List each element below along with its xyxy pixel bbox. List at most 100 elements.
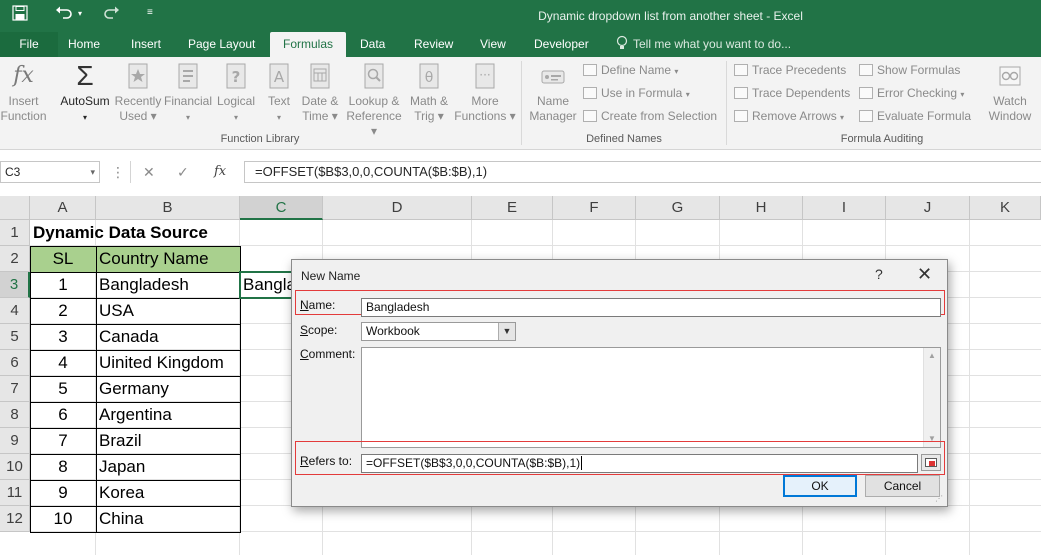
row-header-11[interactable]: 11 [0, 480, 30, 506]
tab-page-layout[interactable]: Page Layout [178, 32, 265, 57]
column-header-h[interactable]: H [720, 196, 803, 220]
remove-arrows-label: Remove Arrows [752, 109, 837, 123]
column-header-i[interactable]: I [803, 196, 886, 220]
row-header-3[interactable]: 3 [0, 272, 30, 298]
sl-cell[interactable]: 1 [30, 272, 96, 298]
country-cell[interactable]: Canada [99, 324, 239, 350]
cancel-icon[interactable]: ✕ [143, 161, 155, 183]
evaluate-formula-button[interactable]: Evaluate Formula [859, 107, 971, 125]
recently-used-button[interactable]: Recently Used ▾ [113, 61, 163, 124]
sl-cell[interactable]: 6 [30, 402, 96, 428]
tab-file[interactable]: File [0, 32, 58, 57]
text-button[interactable]: A Text ▾ [260, 61, 298, 125]
comment-textarea[interactable]: ▲ ▼ [361, 347, 941, 448]
tab-developer[interactable]: Developer [524, 32, 599, 57]
column-header-g[interactable]: G [636, 196, 720, 220]
collapse-dialog-icon[interactable] [921, 454, 941, 471]
sl-header-cell[interactable]: SL [30, 246, 96, 272]
autosum-button[interactable]: Σ AutoSum ▾ [58, 61, 112, 125]
use-in-formula-button[interactable]: Use in Formula ▾ [583, 84, 690, 102]
column-header-f[interactable]: F [553, 196, 636, 220]
chevron-down-icon[interactable]: ▼ [498, 323, 515, 340]
row-header-8[interactable]: 8 [0, 402, 30, 428]
tab-review[interactable]: Review [404, 32, 463, 57]
column-header-k[interactable]: K [970, 196, 1041, 220]
row-header-1[interactable]: 1 [0, 220, 30, 246]
error-checking-button[interactable]: Error Checking ▾ [859, 84, 964, 102]
tab-data[interactable]: Data [350, 32, 395, 57]
column-header-e[interactable]: E [472, 196, 553, 220]
financial-book-icon [178, 63, 198, 89]
sl-cell[interactable]: 2 [30, 298, 96, 324]
name-field[interactable]: Bangladesh [361, 298, 941, 317]
cancel-button[interactable]: Cancel [865, 475, 940, 497]
define-name-button[interactable]: Define Name ▾ [583, 61, 678, 79]
sl-cell[interactable]: 7 [30, 428, 96, 454]
sl-cell[interactable]: 4 [30, 350, 96, 376]
row-header-9[interactable]: 9 [0, 428, 30, 454]
country-cell[interactable]: China [99, 506, 239, 532]
date-time-button[interactable]: Date & Time ▾ [298, 61, 342, 124]
name-manager-label-2: Manager [529, 109, 577, 123]
row-header-4[interactable]: 4 [0, 298, 30, 324]
refers-to-field[interactable]: =OFFSET($B$3,0,0,COUNTA($B:$B),1) [361, 454, 918, 473]
financial-button[interactable]: Financial ▾ [163, 61, 213, 125]
row-header-2[interactable]: 2 [0, 246, 30, 272]
column-header-c[interactable]: C [240, 196, 323, 220]
scroll-up-icon[interactable]: ▲ [924, 348, 940, 364]
help-icon[interactable]: ? [875, 266, 883, 282]
tab-home[interactable]: Home [58, 32, 110, 57]
sl-cell[interactable]: 9 [30, 480, 96, 506]
trace-dependents-button[interactable]: Trace Dependents [734, 84, 850, 102]
row-header-10[interactable]: 10 [0, 454, 30, 480]
scope-select[interactable]: Workbook ▼ [361, 322, 516, 341]
lookup-reference-button[interactable]: Lookup & Reference ▾ [343, 61, 405, 139]
column-header-b[interactable]: B [96, 196, 240, 220]
more-functions-button[interactable]: ··· More Functions ▾ [452, 61, 518, 124]
country-cell[interactable]: Korea [99, 480, 239, 506]
sl-cell[interactable]: 5 [30, 376, 96, 402]
country-cell[interactable]: Uinited Kingdom [99, 350, 239, 376]
math-trig-button[interactable]: θ Math & Trig ▾ [406, 61, 452, 124]
country-cell[interactable]: Argentina [99, 402, 239, 428]
row-header-7[interactable]: 7 [0, 376, 30, 402]
tell-me-input[interactable]: Tell me what you want to do... [633, 32, 791, 57]
sl-cell[interactable]: 3 [30, 324, 96, 350]
select-all-corner[interactable] [0, 196, 30, 220]
row-header-6[interactable]: 6 [0, 350, 30, 376]
tab-view[interactable]: View [470, 32, 516, 57]
country-cell[interactable]: USA [99, 298, 239, 324]
ok-button[interactable]: OK [783, 475, 857, 497]
column-header-d[interactable]: D [323, 196, 472, 220]
create-from-selection-button[interactable]: Create from Selection [583, 107, 717, 125]
column-header-a[interactable]: A [30, 196, 96, 220]
enter-icon[interactable]: ✓ [177, 161, 189, 183]
name-box[interactable]: C3 ▾ [0, 161, 100, 183]
show-formulas-button[interactable]: Show Formulas [859, 61, 960, 79]
country-cell[interactable]: Bangladesh [99, 272, 239, 298]
trace-precedents-button[interactable]: Trace Precedents [734, 61, 846, 79]
country-header-cell[interactable]: Country Name [99, 246, 239, 272]
watch-window-button[interactable]: Watch Window [985, 61, 1035, 124]
country-cell[interactable]: Germany [99, 376, 239, 402]
sl-cell[interactable]: 10 [30, 506, 96, 532]
formula-input[interactable]: =OFFSET($B$3,0,0,COUNTA($B:$B),1) [244, 161, 1041, 183]
tab-formulas[interactable]: Formulas [270, 32, 346, 57]
column-header-j[interactable]: J [886, 196, 970, 220]
resize-grip-icon[interactable]: ⋰ [935, 494, 945, 504]
row-header-5[interactable]: 5 [0, 324, 30, 350]
row-header-12[interactable]: 12 [0, 506, 30, 532]
logical-button[interactable]: ? Logical ▾ [214, 61, 258, 125]
insert-function-button[interactable]: fx Insert Function [0, 61, 47, 124]
name-manager-button[interactable]: Name Manager [527, 61, 579, 124]
insert-function-icon[interactable]: fx [214, 161, 226, 183]
close-icon[interactable]: ✕ [917, 264, 932, 285]
sheet-title-cell[interactable]: Dynamic Data Source [33, 220, 293, 246]
remove-arrows-button[interactable]: Remove Arrows ▾ [734, 107, 844, 125]
country-cell[interactable]: Japan [99, 454, 239, 480]
vertical-scrollbar[interactable]: ▲ ▼ [923, 348, 940, 447]
country-cell[interactable]: Brazil [99, 428, 239, 454]
chevron-down-icon: ▾ [276, 113, 281, 122]
sl-cell[interactable]: 8 [30, 454, 96, 480]
tab-insert[interactable]: Insert [121, 32, 171, 57]
